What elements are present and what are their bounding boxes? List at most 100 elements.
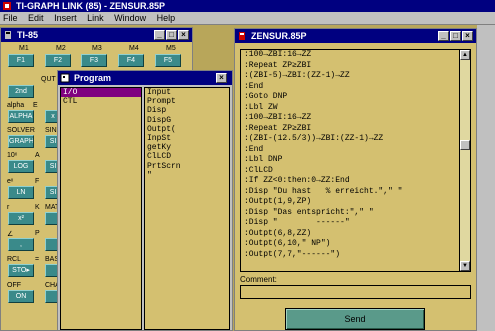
category-ctl[interactable]: CTL bbox=[61, 97, 141, 106]
code-editor[interactable]: :100→ZBI:16→ZZ :Repeat ZP≥ZBI :(ZBI-5)→Z… bbox=[240, 49, 471, 272]
quit-label: QUT bbox=[41, 76, 56, 83]
comment-input[interactable] bbox=[240, 285, 471, 299]
x-squared-key[interactable]: x² bbox=[8, 212, 34, 225]
key-above-label: A bbox=[35, 152, 40, 159]
sto-key[interactable]: STO▸ bbox=[8, 264, 34, 277]
f5-key[interactable]: F5 bbox=[155, 54, 181, 67]
code-line[interactable]: :Outpt(6,8,ZZ) bbox=[241, 229, 470, 240]
fkey-label: M4 bbox=[129, 45, 139, 52]
category-io[interactable]: I/O bbox=[61, 88, 141, 98]
command-item[interactable]: Disp bbox=[145, 106, 229, 115]
command-item[interactable]: DispG bbox=[145, 116, 229, 125]
program-title-bar: Program × bbox=[58, 71, 232, 85]
code-line[interactable]: :Lbl ZW bbox=[241, 103, 470, 114]
menu-window[interactable]: Window bbox=[114, 13, 146, 23]
category-list[interactable]: I/O CTL bbox=[60, 87, 142, 330]
log-key[interactable]: LOG bbox=[8, 160, 34, 173]
menu-link[interactable]: Link bbox=[87, 13, 104, 23]
code-line[interactable]: :End bbox=[241, 145, 470, 156]
alpha-key[interactable]: ALPHA bbox=[8, 110, 34, 123]
key-above-label: K bbox=[35, 204, 40, 211]
editor-close-button[interactable]: × bbox=[462, 31, 473, 41]
app-title: TI-GRAPH LINK (85) - ZENSUR.85P bbox=[16, 1, 166, 11]
code-line[interactable]: :If ZZ<0:then:0→ZZ:End bbox=[241, 176, 470, 187]
2nd-key[interactable]: 2nd bbox=[8, 85, 34, 98]
minimize-button[interactable]: _ bbox=[154, 30, 165, 40]
key-above-label: SOLVER bbox=[7, 127, 35, 134]
command-item[interactable]: Prompt bbox=[145, 97, 229, 106]
vertical-scrollbar[interactable]: ▲ ▼ bbox=[459, 50, 470, 271]
key-above-label: RCL bbox=[7, 256, 22, 263]
key-above-label: 10ˣ bbox=[7, 152, 18, 159]
editor-window: ZENSUR.85P _ □ × :100→ZBI:16→ZZ :Repeat … bbox=[234, 28, 477, 331]
fkey-label: M2 bbox=[56, 45, 66, 52]
file-icon bbox=[239, 32, 245, 40]
menu-edit[interactable]: Edit bbox=[28, 13, 44, 23]
f4-key[interactable]: F4 bbox=[118, 54, 144, 67]
comma-key[interactable]: , bbox=[8, 238, 34, 251]
program-icon bbox=[60, 73, 70, 83]
key-above-label: E bbox=[33, 102, 38, 109]
code-line[interactable]: :Repeat ZP≥ZBI bbox=[241, 61, 470, 72]
code-line[interactable]: :(ZBI-(12.5/3))→ZBI:(ZZ-1)→ZZ bbox=[241, 134, 470, 145]
code-line[interactable]: :Disp "Das entspricht:"," " bbox=[241, 208, 470, 219]
command-item[interactable]: Input bbox=[145, 88, 229, 97]
f1-key[interactable]: F1 bbox=[8, 54, 34, 67]
code-line[interactable]: :Lbl DNP bbox=[241, 155, 470, 166]
command-item[interactable]: ClLCD bbox=[145, 152, 229, 161]
command-item[interactable]: getKy bbox=[145, 143, 229, 152]
code-line[interactable]: :Outpt(7,7,"------") bbox=[241, 250, 470, 261]
code-line[interactable]: :(ZBI-5)→ZBI:(ZZ-1)→ZZ bbox=[241, 71, 470, 82]
program-title: Program bbox=[74, 73, 112, 83]
f2-key[interactable]: F2 bbox=[45, 54, 71, 67]
ln-key[interactable]: LN bbox=[8, 186, 34, 199]
program-close-button[interactable]: × bbox=[216, 73, 227, 83]
code-line[interactable]: :End bbox=[241, 82, 470, 93]
command-item[interactable]: " bbox=[145, 171, 229, 180]
code-line[interactable]: :100→ZBI:16→ZZ bbox=[241, 113, 470, 124]
key-above-label: SIN bbox=[45, 127, 57, 134]
key-above-label: OFF bbox=[7, 282, 21, 289]
code-line[interactable]: :Disp " ------" bbox=[241, 218, 470, 229]
scroll-up-arrow-icon[interactable]: ▲ bbox=[460, 50, 470, 60]
key-above-label: alpha bbox=[7, 102, 25, 109]
maximize-button[interactable]: □ bbox=[166, 30, 177, 40]
editor-title: ZENSUR.85P bbox=[251, 31, 307, 41]
calculator-title: TI-85 bbox=[17, 30, 39, 40]
scroll-thumb[interactable] bbox=[460, 140, 470, 150]
app-icon bbox=[3, 2, 11, 10]
editor-maximize-button[interactable]: □ bbox=[450, 31, 461, 41]
command-item[interactable]: Outpt( bbox=[145, 125, 229, 134]
fkey-label: M1 bbox=[19, 45, 29, 52]
program-window: Program × I/O CTL Input Prompt Disp Disp… bbox=[57, 70, 233, 331]
fkey-label: M5 bbox=[166, 45, 176, 52]
menu-file[interactable]: File bbox=[3, 13, 18, 23]
code-line[interactable]: :ClLCD bbox=[241, 166, 470, 177]
command-list[interactable]: Input Prompt Disp DispG Outpt( InpSt get… bbox=[144, 87, 230, 330]
code-line[interactable]: :Goto DNP bbox=[241, 92, 470, 103]
on-key[interactable]: ON bbox=[8, 290, 34, 303]
command-item[interactable]: PrtScrn bbox=[145, 162, 229, 171]
scroll-down-arrow-icon[interactable]: ▼ bbox=[460, 261, 470, 271]
key-above-label: eˣ bbox=[7, 178, 14, 185]
key-above-label: F bbox=[35, 178, 40, 185]
calculator-icon bbox=[5, 31, 11, 39]
command-item[interactable]: InpSt bbox=[145, 134, 229, 143]
menu-help[interactable]: Help bbox=[157, 13, 176, 23]
app-title-bar: TI-GRAPH LINK (85) - ZENSUR.85P bbox=[0, 0, 495, 12]
code-line[interactable]: :Outpt(1,9,ZP) bbox=[241, 197, 470, 208]
menu-insert[interactable]: Insert bbox=[54, 13, 77, 23]
send-button[interactable]: Send bbox=[285, 308, 425, 330]
code-line[interactable]: :Disp "Du hast % erreicht."," " bbox=[241, 187, 470, 198]
code-line[interactable]: :100→ZBI:16→ZZ bbox=[241, 50, 470, 61]
f3-key[interactable]: F3 bbox=[81, 54, 107, 67]
code-line[interactable]: :Repeat ZP≥ZBI bbox=[241, 124, 470, 135]
desktop-background bbox=[477, 25, 495, 331]
key-above-label: r bbox=[7, 204, 10, 211]
editor-minimize-button[interactable]: _ bbox=[438, 31, 449, 41]
graph-key[interactable]: GRAPH bbox=[8, 135, 34, 148]
calculator-title-bar: TI-85 _ □ × bbox=[1, 28, 192, 42]
close-button[interactable]: × bbox=[178, 30, 189, 40]
fkey-label: M3 bbox=[92, 45, 102, 52]
code-line[interactable]: :Outpt(6,10," NP") bbox=[241, 239, 470, 250]
